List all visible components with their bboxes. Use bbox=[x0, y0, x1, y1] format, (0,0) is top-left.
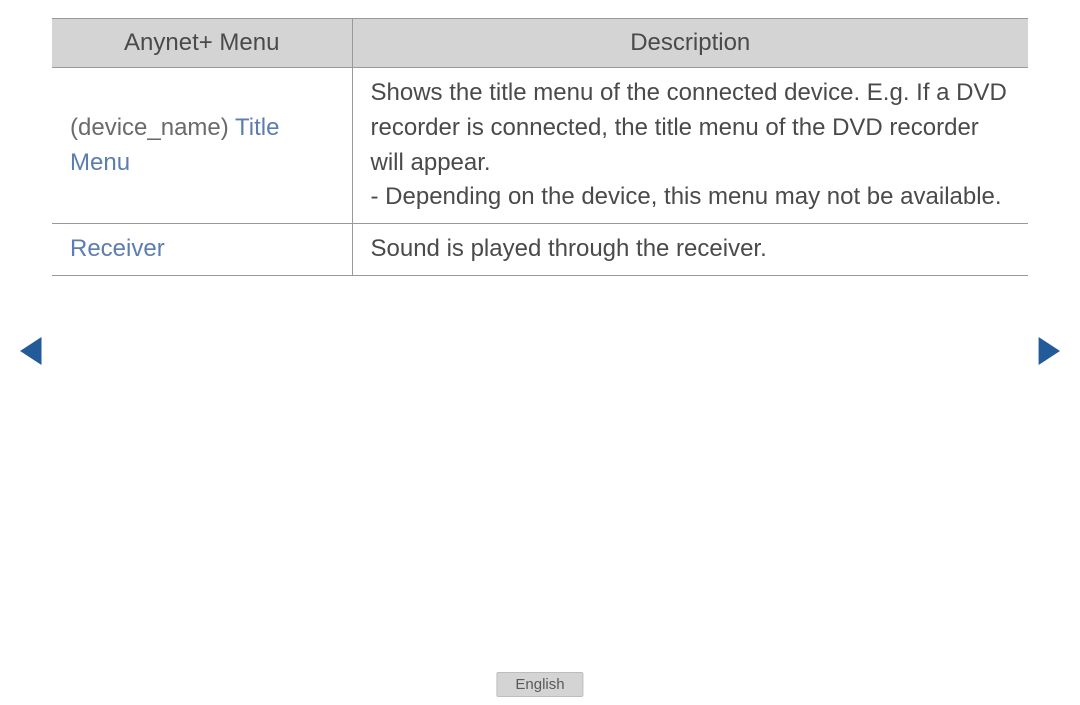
page-content: Anynet+ Menu Description (device_name) T… bbox=[0, 0, 1080, 276]
table-row: (device_name) Title Menu Shows the title… bbox=[52, 68, 1028, 224]
menu-prefix: (device_name) bbox=[70, 114, 235, 141]
table-header-row: Anynet+ Menu Description bbox=[52, 19, 1028, 68]
table-row: Receiver Sound is played through the rec… bbox=[52, 224, 1028, 276]
menu-accent-text: Receiver bbox=[70, 235, 165, 262]
language-badge[interactable]: English bbox=[496, 672, 583, 697]
language-label: English bbox=[515, 676, 564, 693]
desc-note-text: Depending on the device, this menu may n… bbox=[385, 183, 1001, 210]
prev-page-arrow[interactable]: ◀ bbox=[20, 331, 42, 367]
desc-note: - Depending on the device, this menu may… bbox=[371, 180, 1011, 215]
header-menu: Anynet+ Menu bbox=[52, 19, 352, 68]
desc-note-prefix: - bbox=[371, 183, 386, 210]
next-page-arrow[interactable]: ▶ bbox=[1038, 331, 1060, 367]
anynet-menu-table: Anynet+ Menu Description (device_name) T… bbox=[52, 18, 1028, 276]
triangle-left-icon: ◀ bbox=[20, 328, 42, 368]
triangle-right-icon: ▶ bbox=[1038, 328, 1060, 368]
cell-desc-receiver: Sound is played through the receiver. bbox=[352, 224, 1028, 276]
desc-main: Sound is played through the receiver. bbox=[371, 235, 767, 262]
cell-menu-title: (device_name) Title Menu bbox=[52, 68, 352, 224]
desc-main: Shows the title menu of the connected de… bbox=[371, 76, 1011, 180]
cell-desc-title: Shows the title menu of the connected de… bbox=[352, 68, 1028, 224]
cell-menu-receiver: Receiver bbox=[52, 224, 352, 276]
header-description: Description bbox=[352, 19, 1028, 68]
